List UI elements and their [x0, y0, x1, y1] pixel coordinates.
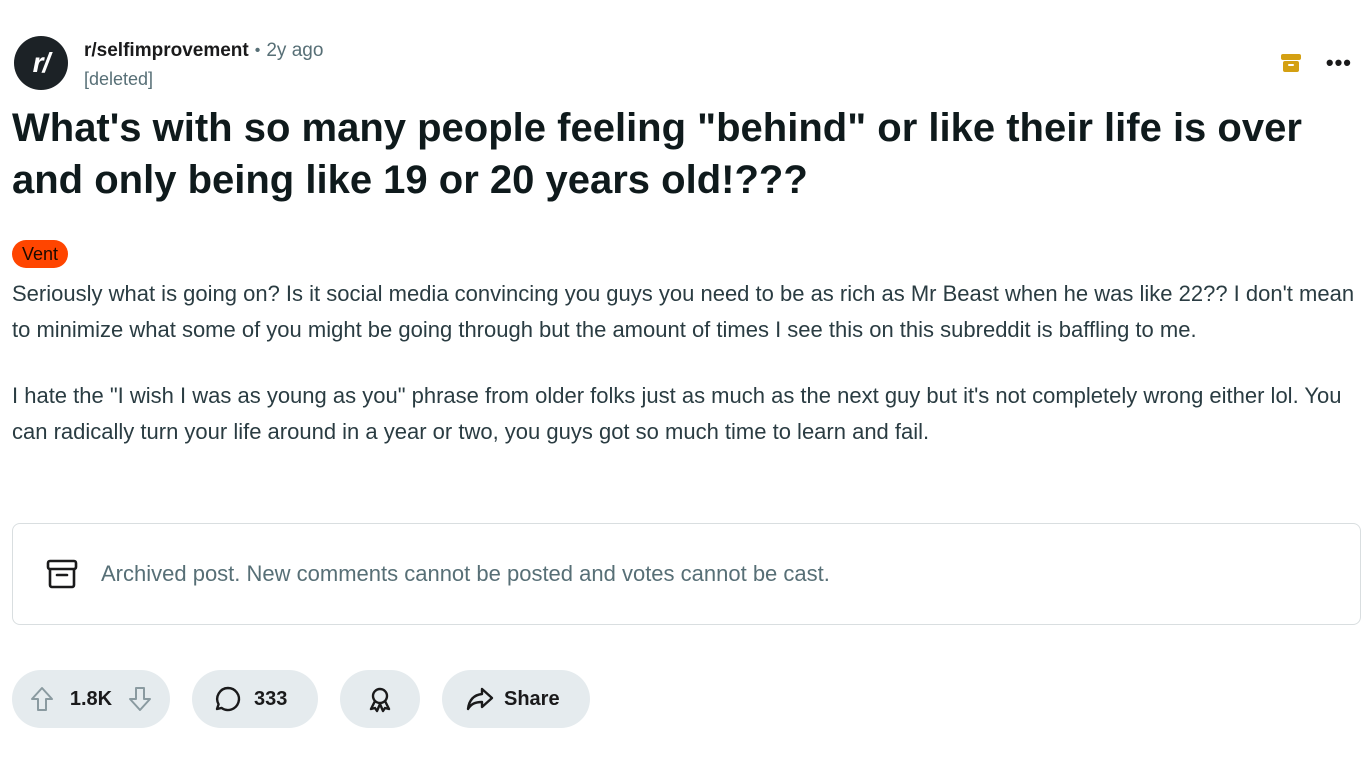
subreddit-link[interactable]: r/selfimprovement	[84, 38, 249, 64]
archive-icon	[45, 557, 79, 591]
share-arrow-icon	[466, 686, 494, 712]
award-button[interactable]	[340, 670, 420, 728]
post-title: What's with so many people feeling "behi…	[12, 106, 1302, 202]
post-age: 2y ago	[266, 40, 324, 61]
top-actions: •••	[1280, 52, 1352, 74]
comment-count: 333	[254, 687, 288, 710]
subreddit-avatar[interactable]: r/	[14, 36, 68, 90]
archive-icon	[1280, 52, 1302, 74]
archived-notice-text: Archived post. New comments cannot be po…	[101, 561, 830, 586]
body-paragraph: I hate the "I wish I was as young as you…	[12, 383, 1342, 444]
meta-separator: •	[254, 42, 261, 59]
share-label: Share	[504, 687, 560, 710]
more-options-button[interactable]: •••	[1326, 52, 1352, 74]
comments-button[interactable]: 333	[192, 670, 318, 728]
archived-notice: Archived post. New comments cannot be po…	[12, 523, 1361, 625]
reddit-post-page: r/ r/selfimprovement • 2y ago [deleted] …	[0, 0, 1366, 768]
award-icon	[366, 685, 394, 713]
post-action-bar: 1.8K 333 Share	[12, 670, 590, 728]
vote-control: 1.8K	[12, 670, 170, 728]
downvote-arrow-icon[interactable]	[126, 685, 154, 713]
vote-score: 1.8K	[69, 687, 113, 710]
post-meta: r/selfimprovement • 2y ago [deleted]	[84, 36, 323, 92]
post-body: Seriously what is going on? Is it social…	[12, 276, 1357, 450]
comment-bubble-icon	[214, 685, 242, 713]
upvote-arrow-icon[interactable]	[28, 685, 56, 713]
body-paragraph: Seriously what is going on? Is it social…	[12, 281, 1355, 342]
share-button[interactable]: Share	[442, 670, 590, 728]
post-header: r/ r/selfimprovement • 2y ago [deleted]	[14, 36, 323, 92]
post-flair[interactable]: Vent	[12, 240, 69, 268]
post-author: [deleted]	[84, 69, 154, 89]
